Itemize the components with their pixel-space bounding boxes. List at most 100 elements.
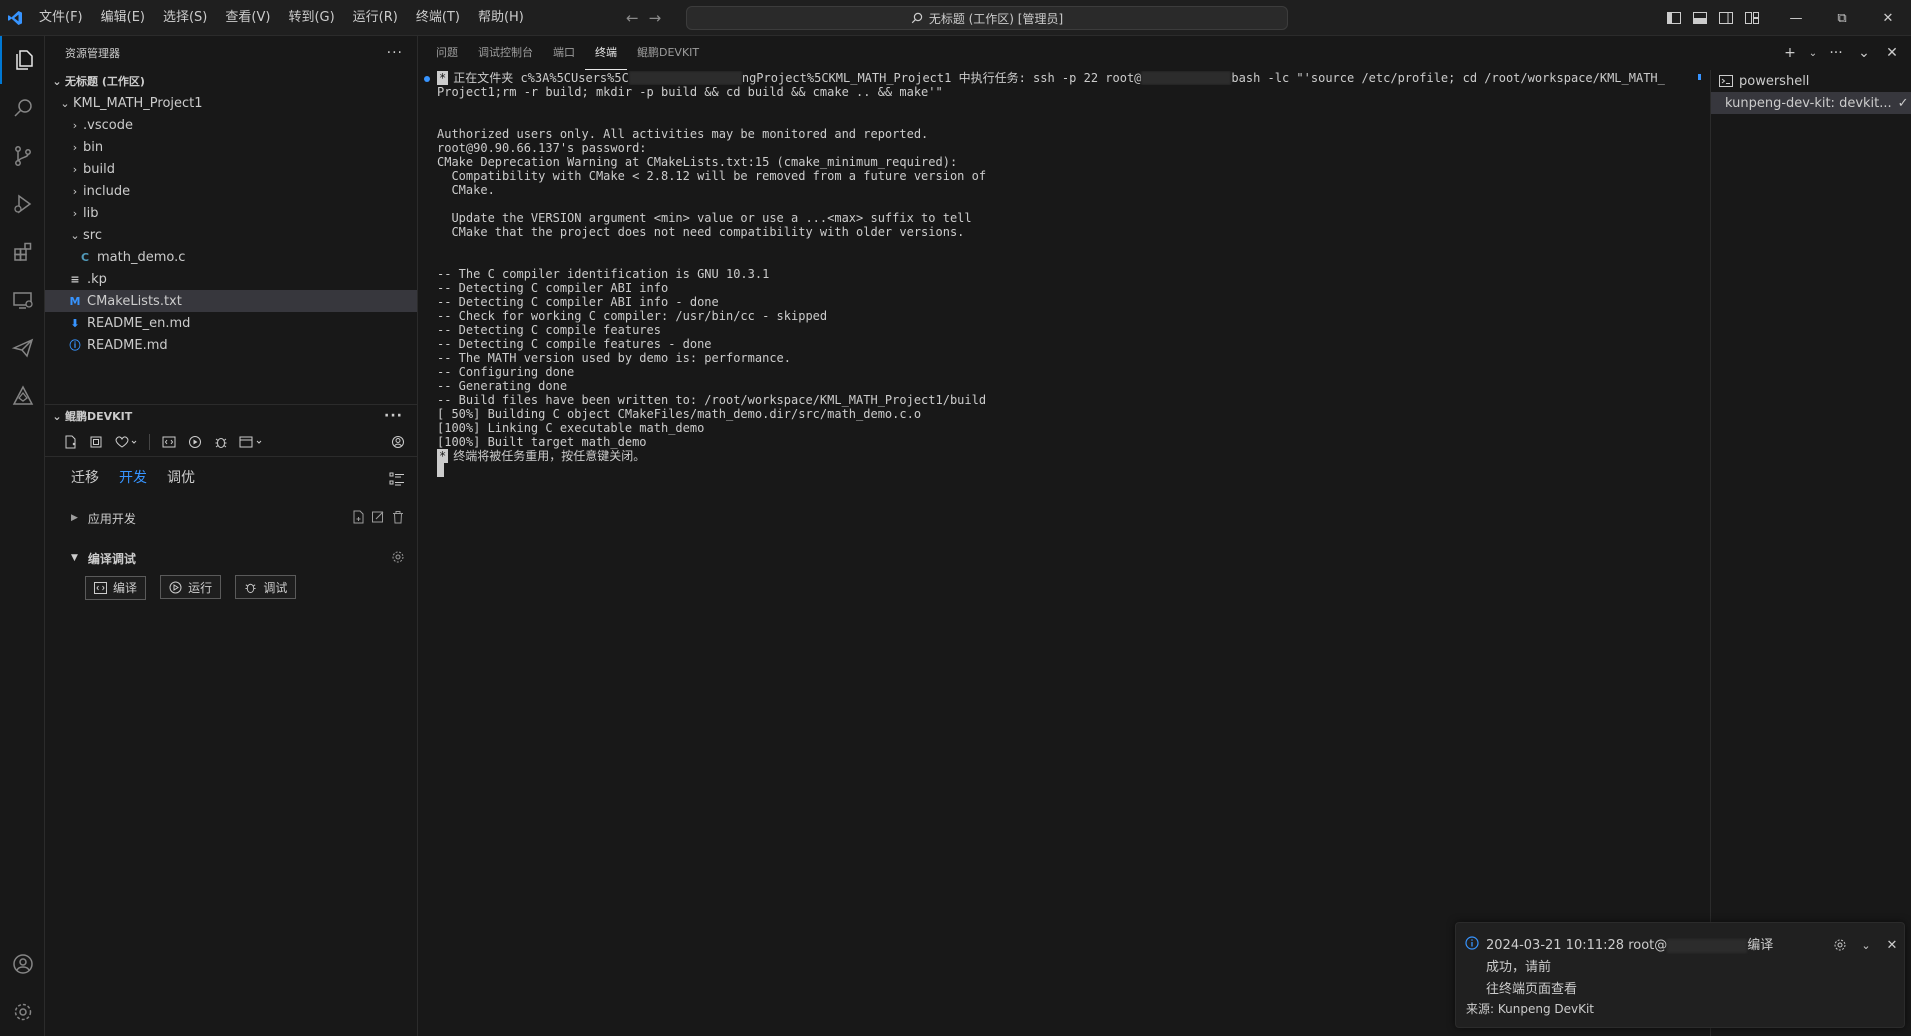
command-center-label: 无标题 (工作区) [管理员] [928, 11, 1064, 26]
code-window-icon [94, 581, 107, 594]
tab-output[interactable]: 鲲鹏DEVKIT [627, 36, 709, 70]
copy-project-icon[interactable] [85, 431, 107, 453]
chevron-down-icon[interactable]: ⌄ [1807, 42, 1819, 64]
health-dropdown-icon[interactable] [111, 431, 141, 453]
devkit-section: ⌄ 鲲鹏DEVKIT ··· 迁移 开发 调优 ▶ 应用开发 ▼ 编译调试 编译… [45, 404, 417, 600]
more-actions-icon[interactable]: ··· [387, 45, 403, 61]
menu-run[interactable]: 运行(R) [344, 0, 407, 36]
list-view-icon[interactable] [389, 471, 405, 491]
command-center[interactable]: 无标题 (工作区) [管理员] [686, 6, 1288, 30]
window-dropdown-icon[interactable] [236, 431, 268, 453]
toggle-secondary-sidebar-icon[interactable] [1713, 0, 1739, 36]
tab-problems[interactable]: 问题 [426, 36, 468, 70]
account-icon[interactable] [0, 940, 45, 988]
menu-file[interactable]: 文件(F) [30, 0, 92, 36]
debug-button[interactable]: 调试 [235, 575, 297, 599]
terminal-line: -- Build files have been written to: /ro… [437, 393, 987, 407]
explorer-icon[interactable] [0, 36, 45, 84]
settings-gear-icon[interactable] [391, 550, 405, 567]
close-notification-icon[interactable]: ✕ [1882, 935, 1902, 955]
terminal-line: -- Generating done [437, 379, 568, 393]
menu-help[interactable]: 帮助(H) [469, 0, 533, 36]
tab-development[interactable]: 开发 [109, 457, 157, 499]
code-window-icon[interactable] [158, 431, 180, 453]
menu-edit[interactable]: 编辑(E) [92, 0, 154, 36]
customize-layout-icon[interactable] [1739, 0, 1765, 36]
tab-debug-console[interactable]: 调试控制台 [468, 36, 543, 70]
tree-item-bin[interactable]: › bin [45, 136, 417, 158]
terminal-line: Compatibility with CMake < 2.8.12 will b… [437, 169, 987, 183]
minimize-icon[interactable]: — [1773, 0, 1819, 36]
extensions-icon[interactable] [0, 228, 45, 276]
user-circle-icon[interactable] [387, 431, 409, 453]
compile-button[interactable]: 编译 [85, 575, 147, 600]
tree-item-include[interactable]: › include [45, 180, 417, 202]
menu-view[interactable]: 查看(V) [216, 0, 279, 36]
tree-item-readme-en[interactable]: ⬇ README_en.md [45, 312, 417, 334]
run-circle-icon[interactable] [184, 431, 206, 453]
new-file-icon[interactable] [351, 510, 365, 527]
forward-arrow-icon[interactable]: → [649, 9, 662, 27]
maximize-panel-icon[interactable]: ⌄ [1853, 42, 1875, 64]
group-build-debug[interactable]: ▼ 编译调试 [45, 543, 417, 573]
tab-terminal[interactable]: 终端 [585, 37, 627, 70]
tab-ports[interactable]: 端口 [543, 36, 585, 70]
tree-item-label: math_demo.c [97, 249, 186, 265]
send-icon[interactable] [0, 324, 45, 372]
terminal-item-powershell[interactable]: powershell [1711, 70, 1911, 92]
source-control-icon[interactable] [0, 132, 45, 180]
terminal-view[interactable]: * 正在文件夹 c%3A%5CUsers%5C ngProject%5CKML_MA… [418, 70, 1710, 1036]
toggle-primary-sidebar-icon[interactable] [1661, 0, 1687, 36]
workspace-section-header[interactable]: ⌄ 无标题 (工作区) [45, 70, 417, 92]
settings-gear-icon[interactable] [0, 988, 45, 1036]
tree-item-vscode[interactable]: › .vscode [45, 114, 417, 136]
panel-tabs: 问题 调试控制台 端口 终端 鲲鹏DEVKIT [418, 36, 1911, 70]
kunpeng-devkit-icon[interactable] [0, 372, 45, 420]
new-terminal-icon[interactable]: + [1779, 42, 1801, 64]
tree-item-label: src [83, 227, 102, 243]
tree-item-cmakelists[interactable]: M CMakeLists.txt [45, 290, 417, 312]
more-actions-icon[interactable]: ··· [1825, 42, 1847, 64]
terminal-line: -- The MATH version used by demo is: per… [437, 351, 792, 365]
toggle-panel-icon[interactable] [1687, 0, 1713, 36]
tree-item-readme[interactable]: ⓘ README.md [45, 334, 417, 356]
terminal-item-kunpeng[interactable]: kunpeng-dev-kit: devkit... ✓ [1711, 92, 1911, 114]
tree-item-build[interactable]: › build [45, 158, 417, 180]
terminal-line: -- Detecting C compile features - done [437, 337, 712, 351]
menu-terminal[interactable]: 终端(T) [407, 0, 469, 36]
terminal-line: -- Detecting C compile features [437, 323, 661, 337]
menu-bar: 文件(F) 编辑(E) 选择(S) 查看(V) 转到(G) 运行(R) 终端(T… [30, 0, 533, 36]
run-button[interactable]: 运行 [160, 575, 222, 599]
new-project-icon[interactable] [59, 431, 81, 453]
group-app-development[interactable]: ▶ 应用开发 [45, 503, 417, 533]
close-panel-icon[interactable]: ✕ [1881, 42, 1903, 64]
tree-item-kp[interactable]: ≡ .kp [45, 268, 417, 290]
devkit-section-header[interactable]: ⌄ 鲲鹏DEVKIT ··· [45, 405, 417, 427]
menu-selection[interactable]: 选择(S) [154, 0, 216, 36]
group-build-label: 编译调试 [87, 551, 136, 566]
run-debug-icon[interactable] [0, 180, 45, 228]
tab-tuning[interactable]: 调优 [157, 457, 205, 499]
bug-icon[interactable] [210, 431, 232, 453]
restore-icon[interactable]: ⧉ [1819, 0, 1865, 36]
close-window-icon[interactable]: ✕ [1865, 0, 1911, 36]
project-folder[interactable]: ⌄ KML_MATH_Project1 [45, 92, 417, 114]
primary-sidebar: 资源管理器 ··· ⌄ 无标题 (工作区) ⌄ KML_MATH_Project… [45, 36, 418, 1036]
tab-migration[interactable]: 迁移 [61, 457, 109, 499]
tree-item-src[interactable]: ⌄ src [45, 224, 417, 246]
vscode-logo-icon [0, 0, 30, 36]
panel: 问题 调试控制台 端口 终端 鲲鹏DEVKIT + ⌄ ··· ⌄ ✕ * 正在文… [418, 36, 1911, 1036]
edit-file-icon[interactable] [371, 510, 385, 527]
tree-item-lib[interactable]: › lib [45, 202, 417, 224]
search-icon[interactable] [0, 84, 45, 132]
notification-settings-icon[interactable] [1830, 935, 1850, 955]
trash-icon[interactable] [391, 510, 405, 527]
tree-item-math-demo[interactable]: C math_demo.c [45, 246, 417, 268]
remote-explorer-icon[interactable] [0, 276, 45, 324]
back-arrow-icon[interactable]: ← [626, 9, 639, 27]
more-actions-icon[interactable]: ··· [384, 408, 403, 424]
chevron-down-icon[interactable]: ⌄ [1856, 935, 1876, 955]
terminal-icon [1719, 75, 1733, 87]
menu-go[interactable]: 转到(G) [279, 0, 343, 36]
download-file-icon: ⬇ [70, 316, 80, 330]
